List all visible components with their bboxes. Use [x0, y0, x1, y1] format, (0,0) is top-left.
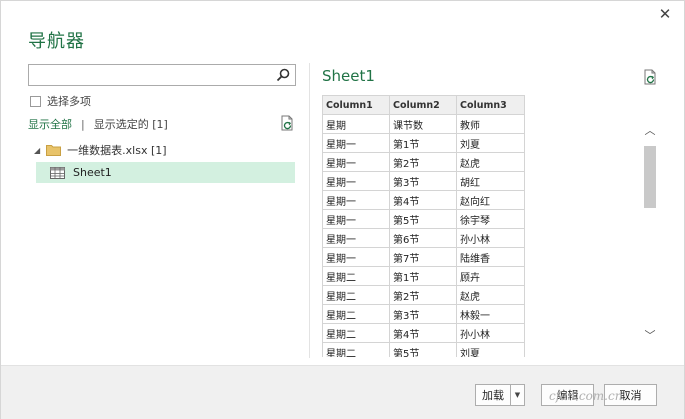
show-all-link[interactable]: 显示全部	[28, 116, 72, 132]
table-cell: 陆维香	[456, 247, 525, 267]
select-multiple-checkbox[interactable]	[30, 95, 41, 107]
table-cell: 刘夏	[456, 133, 525, 153]
table-cell: 星期二	[322, 323, 390, 343]
table-row: 星期 课节数 教师	[322, 114, 525, 134]
tree-sheet-item[interactable]: Sheet1	[36, 162, 295, 183]
table-cell: 第2节	[389, 285, 457, 305]
table-cell: 星期一	[322, 171, 390, 191]
folder-icon	[46, 145, 62, 156]
table-cell: 孙小林	[456, 228, 525, 248]
select-multiple-label: 选择多项	[47, 95, 91, 108]
table-cell: 刘夏	[456, 342, 525, 357]
table-cell: 赵向红	[456, 190, 525, 210]
table-cell: 星期一	[322, 228, 390, 248]
tree-sheet-label: Sheet1	[73, 166, 112, 179]
table-row: 星期一 第5节 徐宇琴	[322, 209, 525, 229]
table-cell: 第2节	[389, 152, 457, 172]
preview-title: Sheet1	[322, 67, 375, 85]
table-cell: 第5节	[389, 342, 457, 357]
tree-folder-item[interactable]: ◢ 一维数据表.xlsx [1]	[34, 142, 167, 158]
table-cell: 第7节	[389, 247, 457, 267]
table-cell: 赵虎	[456, 285, 525, 305]
table-cell: 第4节	[389, 323, 457, 343]
tree-folder-label: 一维数据表.xlsx [1]	[67, 144, 167, 157]
search-icon[interactable]	[275, 67, 291, 83]
search-box	[28, 64, 296, 86]
preview-refresh-icon[interactable]	[642, 69, 658, 85]
table-cell: 顾卉	[456, 266, 525, 286]
pane-divider	[309, 63, 310, 358]
table-cell: 星期一	[322, 152, 390, 172]
table-row: 星期一 第7节 陆维香	[322, 247, 525, 267]
table-cell: 星期二	[322, 342, 390, 357]
table-icon	[50, 166, 65, 179]
show-selected-link[interactable]: 显示选定的 [1]	[94, 116, 168, 132]
table-row: 星期二 第2节 赵虎	[322, 285, 525, 305]
table-cell: 第5节	[389, 209, 457, 229]
table-cell: 胡红	[456, 171, 525, 191]
table-row: 星期一 第4节 赵向红	[322, 190, 525, 210]
table-row: 星期二 第1节 顾卉	[322, 266, 525, 286]
table-cell: 课节数	[389, 114, 457, 134]
table-cell: 赵虎	[456, 152, 525, 172]
table-cell: 第3节	[389, 171, 457, 191]
table-cell: 星期一	[322, 133, 390, 153]
scroll-down-icon[interactable]: ﹀	[642, 327, 658, 345]
table-cell: 第3节	[389, 304, 457, 324]
search-input[interactable]	[29, 65, 269, 85]
scroll-thumb[interactable]	[644, 146, 656, 208]
column-header[interactable]: Column2	[389, 95, 457, 115]
table-cell: 星期	[322, 114, 390, 134]
scroll-up-icon[interactable]: ︿	[642, 122, 658, 140]
filter-links: 显示全部 | 显示选定的 [1]	[28, 116, 168, 132]
table-cell: 孙小林	[456, 323, 525, 343]
vertical-scrollbar[interactable]: ︿ ﹀	[642, 120, 658, 355]
close-icon[interactable]: ✕	[656, 5, 674, 23]
column-header[interactable]: Column1	[322, 95, 390, 115]
table-cell: 星期二	[322, 266, 390, 286]
table-row: 星期一 第3节 胡红	[322, 171, 525, 191]
load-button[interactable]: 加载	[475, 384, 510, 406]
table-cell: 教师	[456, 114, 525, 134]
table-cell: 第6节	[389, 228, 457, 248]
load-dropdown-icon[interactable]: ▼	[510, 384, 525, 406]
refresh-icon[interactable]	[279, 115, 295, 131]
filter-separator: |	[81, 117, 85, 131]
table-cell: 星期二	[322, 285, 390, 305]
preview-table: Column1 Column2 Column3 星期 课节数 教师 星期一 第1节 刘夏星…	[322, 95, 525, 357]
table-cell: 星期二	[322, 304, 390, 324]
table-header-row: Column1 Column2 Column3	[322, 95, 525, 115]
expand-arrow-icon[interactable]: ◢	[34, 146, 40, 155]
table-cell: 星期一	[322, 247, 390, 267]
dialog-title: 导航器	[28, 31, 85, 52]
table-row: 星期二 第4节 孙小林	[322, 323, 525, 343]
preview-table-container: Column1 Column2 Column3 星期 课节数 教师 星期一 第1节 刘夏星…	[322, 95, 525, 357]
table-cell: 第1节	[389, 266, 457, 286]
table-row: 星期二 第3节 林毅一	[322, 304, 525, 324]
table-row: 星期二 第5节 刘夏	[322, 342, 525, 357]
navigator-dialog: ✕ 导航器 选择多项 显示全部 | 显示选定的 [1] ◢ 一维数据表.xlsx…	[0, 0, 685, 419]
table-cell: 星期一	[322, 209, 390, 229]
column-header[interactable]: Column3	[456, 95, 525, 115]
table-row: 星期一 第2节 赵虎	[322, 152, 525, 172]
table-row: 星期一 第6节 孙小林	[322, 228, 525, 248]
table-cell: 第1节	[389, 133, 457, 153]
table-cell: 星期一	[322, 190, 390, 210]
select-multiple-option[interactable]: 选择多项	[30, 93, 91, 109]
watermark: cfan.com.cn	[549, 389, 623, 403]
table-row: 星期一 第1节 刘夏	[322, 133, 525, 153]
table-cell: 第4节	[389, 190, 457, 210]
table-cell: 林毅一	[456, 304, 525, 324]
table-cell: 徐宇琴	[456, 209, 525, 229]
